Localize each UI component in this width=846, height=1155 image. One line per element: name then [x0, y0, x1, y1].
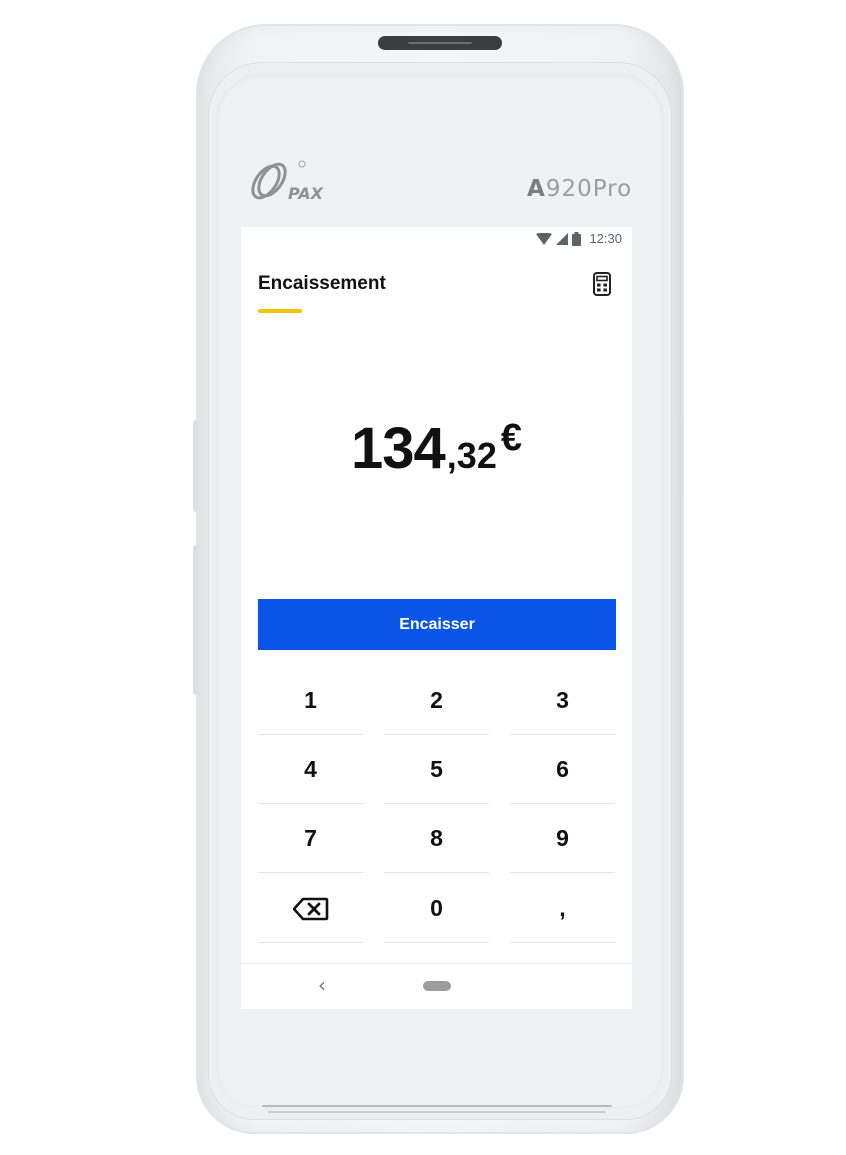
key-8[interactable]: 8 [384, 805, 489, 873]
bottom-edge-line [262, 1105, 612, 1107]
side-button-left-lower [193, 545, 198, 695]
android-nav-bar: ‹ [241, 963, 632, 1009]
page-title: Encaissement [258, 273, 386, 294]
currency-symbol: € [500, 417, 522, 459]
terminal-screen: 12:30 Encaissement 134,32 € Encaisser 1 2… [241, 227, 632, 1009]
chevron-left-icon[interactable]: ‹ [318, 973, 326, 997]
backspace-icon [292, 897, 328, 920]
key-5[interactable]: 5 [384, 736, 489, 804]
key-2[interactable]: 2 [384, 667, 489, 735]
key-backspace[interactable] [258, 875, 363, 943]
calculator-icon[interactable] [593, 272, 611, 296]
key-1[interactable]: 1 [258, 667, 363, 735]
key-4[interactable]: 4 [258, 736, 363, 804]
amount-integer: 134 [351, 416, 446, 481]
pax-logo: PAX [251, 160, 324, 203]
signal-icon [556, 232, 569, 245]
battery-icon [572, 231, 582, 246]
charge-button[interactable]: Encaisser [258, 599, 616, 650]
status-time: 12:30 [589, 231, 622, 246]
device-mockup: PAX A920Pro 12:30 Encaissement 134,32 € … [0, 0, 846, 1155]
home-pill-icon[interactable] [423, 981, 451, 991]
amount-display: 134,32 € [241, 415, 632, 482]
status-icons: 12:30 [536, 231, 622, 246]
key-0[interactable]: 0 [384, 875, 489, 943]
key-comma[interactable]: , [510, 875, 615, 943]
wifi-icon [536, 232, 553, 245]
status-bar: 12:30 [241, 227, 632, 253]
key-3[interactable]: 3 [510, 667, 615, 735]
model-label: A920Pro [527, 176, 633, 202]
side-button-left-upper [193, 420, 198, 512]
svg-text:PAX: PAX [288, 184, 324, 203]
card-reader-slot [378, 36, 502, 50]
amount-separator: , [446, 435, 457, 476]
bottom-edge-line [268, 1111, 606, 1113]
amount-decimal: 32 [456, 435, 497, 476]
title-accent-underline [258, 309, 302, 313]
key-9[interactable]: 9 [510, 805, 615, 873]
side-button-right [678, 418, 683, 500]
key-7[interactable]: 7 [258, 805, 363, 873]
key-6[interactable]: 6 [510, 736, 615, 804]
